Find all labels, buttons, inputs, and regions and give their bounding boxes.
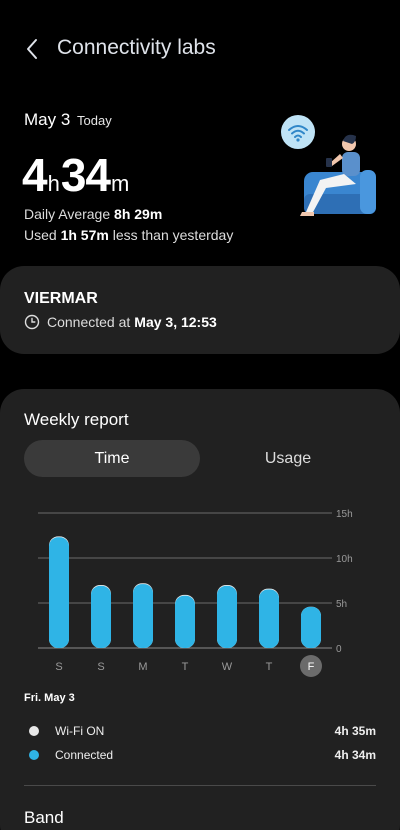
x-tick-label: S xyxy=(97,661,104,673)
used-value: 1h 57m xyxy=(60,227,109,243)
hours-unit: h xyxy=(47,171,60,196)
section-divider xyxy=(24,785,376,786)
x-tick-label: F xyxy=(308,661,315,673)
y-tick-label: 5h xyxy=(336,599,347,610)
network-name: VIERMAR xyxy=(24,290,98,307)
minutes-unit: m xyxy=(111,171,130,196)
date-label: May 3 xyxy=(24,110,71,129)
bar-connected xyxy=(175,595,195,648)
clock-icon xyxy=(24,314,40,330)
connected-value: 4h 34m xyxy=(334,748,376,762)
back-button[interactable] xyxy=(18,34,48,64)
avg-label: Daily Average xyxy=(24,206,111,222)
selected-day-label: Fri. May 3 xyxy=(24,692,75,704)
wifi-on-label: Wi-Fi ON xyxy=(55,724,105,738)
y-tick-label: 0 xyxy=(336,644,342,655)
used-prefix: Used xyxy=(24,227,57,243)
total-time: 4h34m xyxy=(22,148,130,202)
x-tick-label: S xyxy=(55,661,62,673)
bar-connected xyxy=(301,606,321,648)
bar-connected xyxy=(133,584,153,648)
x-tick-label: T xyxy=(182,661,189,673)
x-tick-label: T xyxy=(266,661,273,673)
network-card[interactable]: VIERMAR Connected at May 3, 12:53 xyxy=(0,266,400,354)
y-tick-label: 10h xyxy=(336,554,353,565)
tab-usage[interactable]: Usage xyxy=(200,440,376,477)
y-tick-label: 15h xyxy=(336,509,353,520)
connected-dot xyxy=(29,750,39,760)
bar-connected xyxy=(217,585,237,648)
status-label: Connected at xyxy=(47,314,131,330)
x-tick-label: W xyxy=(222,661,233,673)
usage-summary: May 3 Today 4h34m Daily Average 8h 29m U… xyxy=(0,100,400,260)
tab-time[interactable]: Time xyxy=(24,440,200,477)
bar-connected xyxy=(259,589,279,648)
weekly-bar-chart: 0 5h 10h 15h S S M T W T F xyxy=(38,509,353,677)
weekly-report-title: Weekly report xyxy=(24,410,129,429)
person-sofa-illustration xyxy=(281,115,376,216)
report-type-toggle: Time Usage xyxy=(24,440,376,477)
legend-row-connected: Connected 4h 34m xyxy=(24,745,376,765)
weekly-report-card: Weekly report Time Usage 0 5h 10h 15h S S M T W T… xyxy=(0,389,400,830)
used-comparison: Used 1h 57m less than yesterday xyxy=(24,227,233,243)
page-title: Connectivity labs xyxy=(57,36,216,59)
bar-connected xyxy=(49,537,69,648)
avg-value: 8h 29m xyxy=(114,206,163,222)
band-section-title: Band xyxy=(24,808,64,827)
wifi-on-value: 4h 35m xyxy=(334,724,376,738)
x-tick-label: M xyxy=(138,661,147,673)
used-suffix: less than yesterday xyxy=(112,227,234,243)
date-suffix: Today xyxy=(77,113,112,128)
status-time: May 3, 12:53 xyxy=(134,314,217,330)
connected-label: Connected xyxy=(55,748,114,762)
app-header: Connectivity labs xyxy=(0,0,400,100)
hours-value: 4 xyxy=(22,149,48,201)
legend-row-wifi-on: Wi-Fi ON 4h 35m xyxy=(24,721,376,741)
date-line: May 3 Today xyxy=(24,110,112,130)
bar-connected xyxy=(91,585,111,648)
minutes-value: 34 xyxy=(60,149,111,201)
daily-average: Daily Average 8h 29m xyxy=(24,206,162,222)
wifi-on-dot xyxy=(29,726,39,736)
connection-status: Connected at May 3, 12:53 xyxy=(24,314,217,330)
chevron-left-icon xyxy=(27,39,37,59)
